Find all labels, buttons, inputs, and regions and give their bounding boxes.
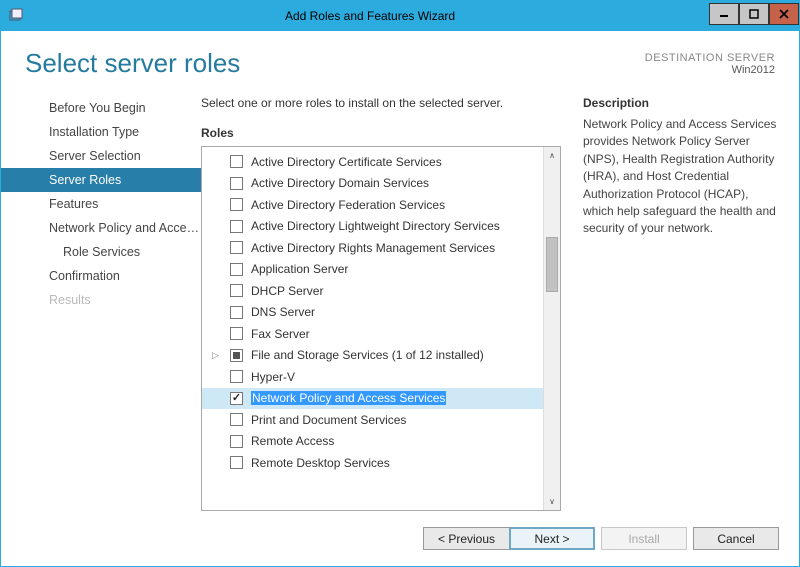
window-title: Add Roles and Features Wizard [31,9,709,23]
destination-info: DESTINATION SERVER Win2012 [645,52,775,76]
role-checkbox[interactable] [230,349,243,362]
nav-item[interactable]: Installation Type [1,120,201,144]
cancel-button[interactable]: Cancel [693,527,779,550]
role-row[interactable]: Network Policy and Access Services [202,388,543,410]
role-row[interactable]: Active Directory Rights Management Servi… [202,237,543,259]
page-title: Select server roles [25,48,240,79]
nav-item[interactable]: Server Selection [1,144,201,168]
role-row[interactable]: Active Directory Certificate Services [202,151,543,173]
role-row[interactable]: Active Directory Lightweight Directory S… [202,216,543,238]
role-checkbox[interactable] [230,177,243,190]
role-checkbox[interactable] [230,198,243,211]
role-label: Remote Access [251,434,334,448]
role-checkbox[interactable] [230,413,243,426]
wizard-window: Add Roles and Features Wizard Select ser… [0,0,800,567]
role-label: Active Directory Federation Services [251,198,445,212]
role-label: Active Directory Rights Management Servi… [251,241,495,255]
nav-item[interactable]: Before You Begin [1,96,201,120]
nav-button-group: < Previous Next > [423,527,595,550]
previous-button[interactable]: < Previous [423,527,509,550]
roles-list-inner: Active Directory Certificate Services Act… [202,147,543,510]
role-checkbox[interactable] [230,220,243,233]
close-button[interactable] [769,3,799,25]
header: Select server roles DESTINATION SERVER W… [1,31,799,96]
nav-item[interactable]: Network Policy and Acces... [1,216,201,240]
role-checkbox[interactable] [230,370,243,383]
role-label: Print and Document Services [251,413,406,427]
scroll-down-button[interactable]: ∨ [544,493,560,510]
scrollbar[interactable]: ∧ ∨ [543,147,560,510]
minimize-button[interactable] [709,3,739,25]
nav-item: Results [1,288,201,312]
role-row[interactable]: Remote Desktop Services [202,452,543,474]
nav-item[interactable]: Features [1,192,201,216]
role-checkbox[interactable] [230,456,243,469]
role-label: Application Server [251,262,348,276]
role-row[interactable]: DHCP Server [202,280,543,302]
role-label: Active Directory Lightweight Directory S… [251,219,500,233]
roles-listbox[interactable]: Active Directory Certificate Services Act… [201,146,561,511]
expand-icon[interactable]: ▷ [212,350,219,361]
app-icon [1,8,31,24]
role-row[interactable]: Print and Document Services [202,409,543,431]
role-row[interactable]: Application Server [202,259,543,281]
instruction-text: Select one or more roles to install on t… [201,96,561,110]
description-column: Description Network Policy and Access Se… [561,96,779,511]
role-row[interactable]: Remote Access [202,431,543,453]
role-checkbox[interactable] [230,435,243,448]
role-row[interactable]: ▷ File and Storage Services (1 of 12 inst… [202,345,543,367]
wizard-body: Before You BeginInstallation TypeServer … [1,96,799,511]
role-row[interactable]: Active Directory Federation Services [202,194,543,216]
main-panel: Select one or more roles to install on t… [201,96,799,511]
role-checkbox[interactable] [230,284,243,297]
titlebar: Add Roles and Features Wizard [1,1,799,31]
role-label: DHCP Server [251,284,323,298]
destination-value: Win2012 [645,64,775,76]
install-button[interactable]: Install [601,527,687,550]
scroll-up-button[interactable]: ∧ [544,147,560,164]
next-button[interactable]: Next > [509,527,595,550]
role-checkbox[interactable] [230,306,243,319]
role-checkbox[interactable] [230,263,243,276]
nav-item[interactable]: Server Roles [1,168,201,192]
role-label: Network Policy and Access Services [251,391,446,405]
destination-label: DESTINATION SERVER [645,52,775,64]
role-label: Active Directory Certificate Services [251,155,442,169]
roles-column: Select one or more roles to install on t… [201,96,561,511]
description-label: Description [583,96,779,110]
scroll-thumb[interactable] [546,237,558,292]
maximize-button[interactable] [739,3,769,25]
role-label: Fax Server [251,327,310,341]
role-row[interactable]: DNS Server [202,302,543,324]
nav-sidebar: Before You BeginInstallation TypeServer … [1,96,201,511]
role-row[interactable]: Hyper-V [202,366,543,388]
roles-label: Roles [201,126,561,140]
role-label: Remote Desktop Services [251,456,390,470]
role-label: Active Directory Domain Services [251,176,429,190]
role-checkbox[interactable] [230,241,243,254]
role-checkbox[interactable] [230,327,243,340]
window-controls [709,7,799,25]
role-row[interactable]: Active Directory Domain Services [202,173,543,195]
footer: < Previous Next > Install Cancel [1,511,799,566]
role-row[interactable]: Fax Server [202,323,543,345]
role-label: DNS Server [251,305,315,319]
nav-item[interactable]: Confirmation [1,264,201,288]
role-label: Hyper-V [251,370,295,384]
role-checkbox[interactable] [230,392,243,405]
role-label: File and Storage Services (1 of 12 insta… [251,348,484,362]
role-checkbox[interactable] [230,155,243,168]
nav-item[interactable]: Role Services [1,240,201,264]
description-text: Network Policy and Access Services provi… [583,116,779,238]
